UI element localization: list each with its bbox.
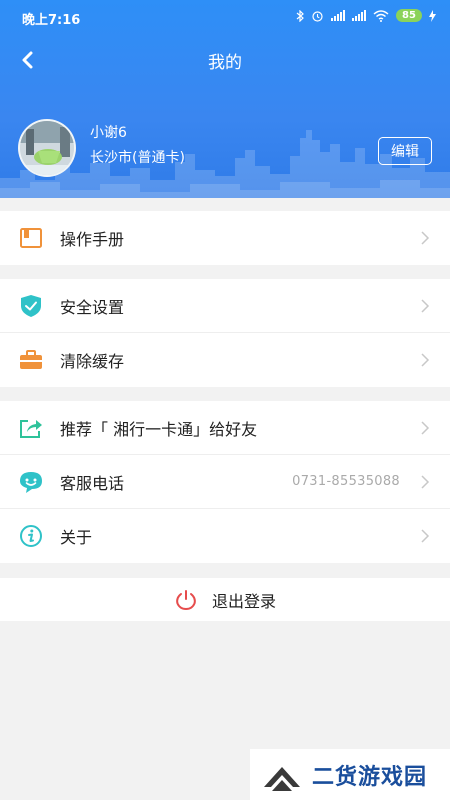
bluetooth-icon — [296, 9, 304, 22]
watermark-logo-icon — [264, 766, 300, 791]
status-time: 晚上7:16 — [22, 13, 81, 28]
menu-item-clear-cache[interactable]: 清除缓存 — [0, 333, 450, 387]
battery-icon: 85 — [396, 9, 422, 22]
charging-icon — [429, 9, 436, 22]
logout-button[interactable]: 退出登录 — [0, 578, 450, 621]
menu-item-recommend[interactable]: 推荐「 湘行一卡通」给好友 — [0, 401, 450, 455]
user-name: 小谢6 — [90, 125, 127, 141]
chevron-right-icon — [421, 475, 430, 489]
menu-item-security[interactable]: 安全设置 — [0, 279, 450, 333]
menu-item-label: 安全设置 — [60, 297, 125, 317]
manual-icon — [20, 228, 42, 248]
status-icons: 85 — [296, 9, 436, 22]
customer-service-phone: 0731-85535088 — [292, 474, 400, 489]
menu-item-manual[interactable]: 操作手册 — [0, 211, 450, 265]
menu-item-label: 清除缓存 — [60, 352, 125, 371]
page-title: 我的 — [208, 53, 242, 73]
signal-icon — [331, 10, 345, 21]
signal-icon — [352, 10, 366, 21]
menu-item-customer-service[interactable]: 客服电话 0731-85535088 — [0, 455, 450, 509]
avatar[interactable] — [18, 119, 76, 177]
watermark-text: 二货游戏园 — [312, 764, 428, 790]
briefcase-icon — [20, 350, 42, 369]
status-bar: 晚上7:16 85 — [0, 0, 450, 34]
menu-group-1: 操作手册 — [0, 211, 450, 265]
power-icon — [176, 589, 196, 610]
menu-item-label: 操作手册 — [60, 230, 125, 249]
profile-header: 晚上7:16 85 我的 小谢6 长沙市(普通卡) 编辑 — [0, 0, 450, 198]
info-icon — [20, 525, 42, 547]
logout-label: 退出登录 — [211, 591, 276, 611]
menu-item-label: 推荐「 湘行一卡通」给好友 — [60, 419, 258, 439]
menu-item-label: 关于 — [60, 528, 93, 547]
chevron-right-icon — [421, 529, 430, 543]
watermark: 二货游戏园 — [250, 749, 450, 800]
user-card-type: 长沙市(普通卡) — [90, 150, 185, 166]
logout-content: 退出登录 — [174, 588, 276, 612]
menu-item-label: 客服电话 — [60, 473, 125, 493]
edit-profile-button[interactable]: 编辑 — [378, 137, 432, 165]
chevron-right-icon — [421, 421, 430, 435]
wifi-icon — [373, 9, 389, 22]
menu-group-3: 推荐「 湘行一卡通」给好友 客服电话 0731-85535088 关于 — [0, 401, 450, 563]
alarm-icon — [312, 10, 323, 22]
chevron-right-icon — [421, 299, 430, 313]
chevron-right-icon — [421, 231, 430, 245]
customer-service-icon — [20, 472, 42, 493]
menu-item-about[interactable]: 关于 — [0, 509, 450, 563]
chevron-right-icon — [421, 353, 430, 367]
menu-group-2: 安全设置 清除缓存 — [0, 279, 450, 387]
share-icon — [20, 420, 42, 438]
shield-icon — [21, 295, 41, 317]
